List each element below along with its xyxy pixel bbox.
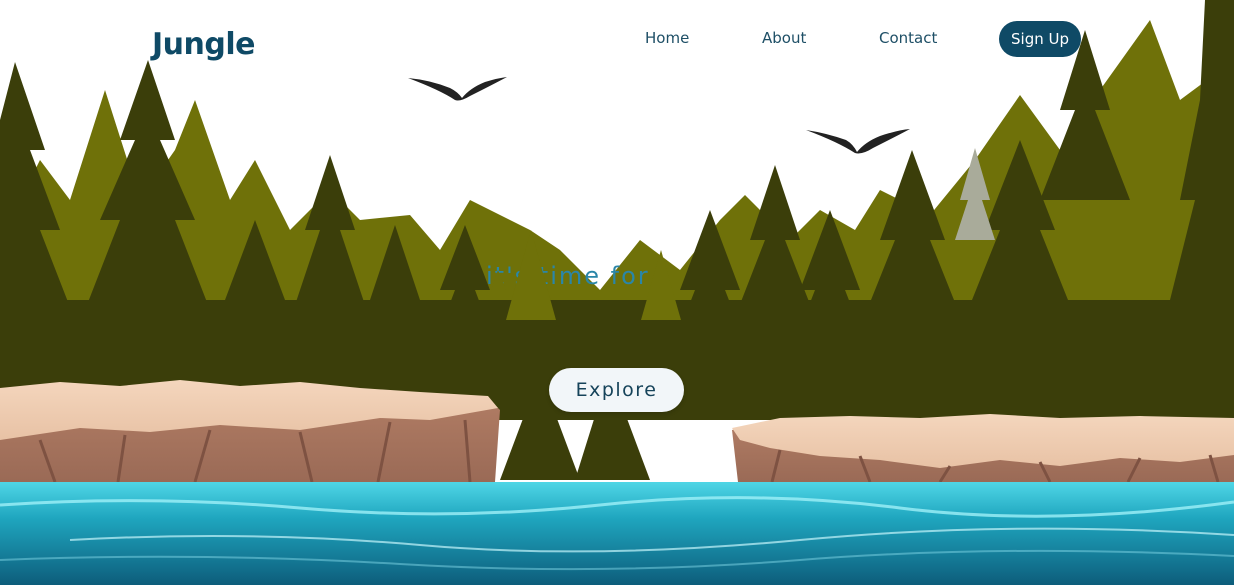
right-cliff xyxy=(732,414,1234,483)
bird-right xyxy=(806,129,910,154)
bird-left xyxy=(408,77,507,101)
river xyxy=(0,482,1234,585)
explore-button[interactable]: Explore xyxy=(549,368,684,412)
tagline-tree-overlay xyxy=(491,230,681,320)
nav-about-link[interactable]: About xyxy=(762,29,806,47)
left-cliff xyxy=(0,380,500,483)
main-nav: Home About Contact Sign Up xyxy=(600,18,1100,58)
sign-up-button[interactable]: Sign Up xyxy=(999,21,1081,57)
nav-home-link[interactable]: Home xyxy=(645,29,689,47)
nav-contact-link[interactable]: Contact xyxy=(879,29,937,47)
brand-logo[interactable]: Jungle xyxy=(152,27,255,62)
